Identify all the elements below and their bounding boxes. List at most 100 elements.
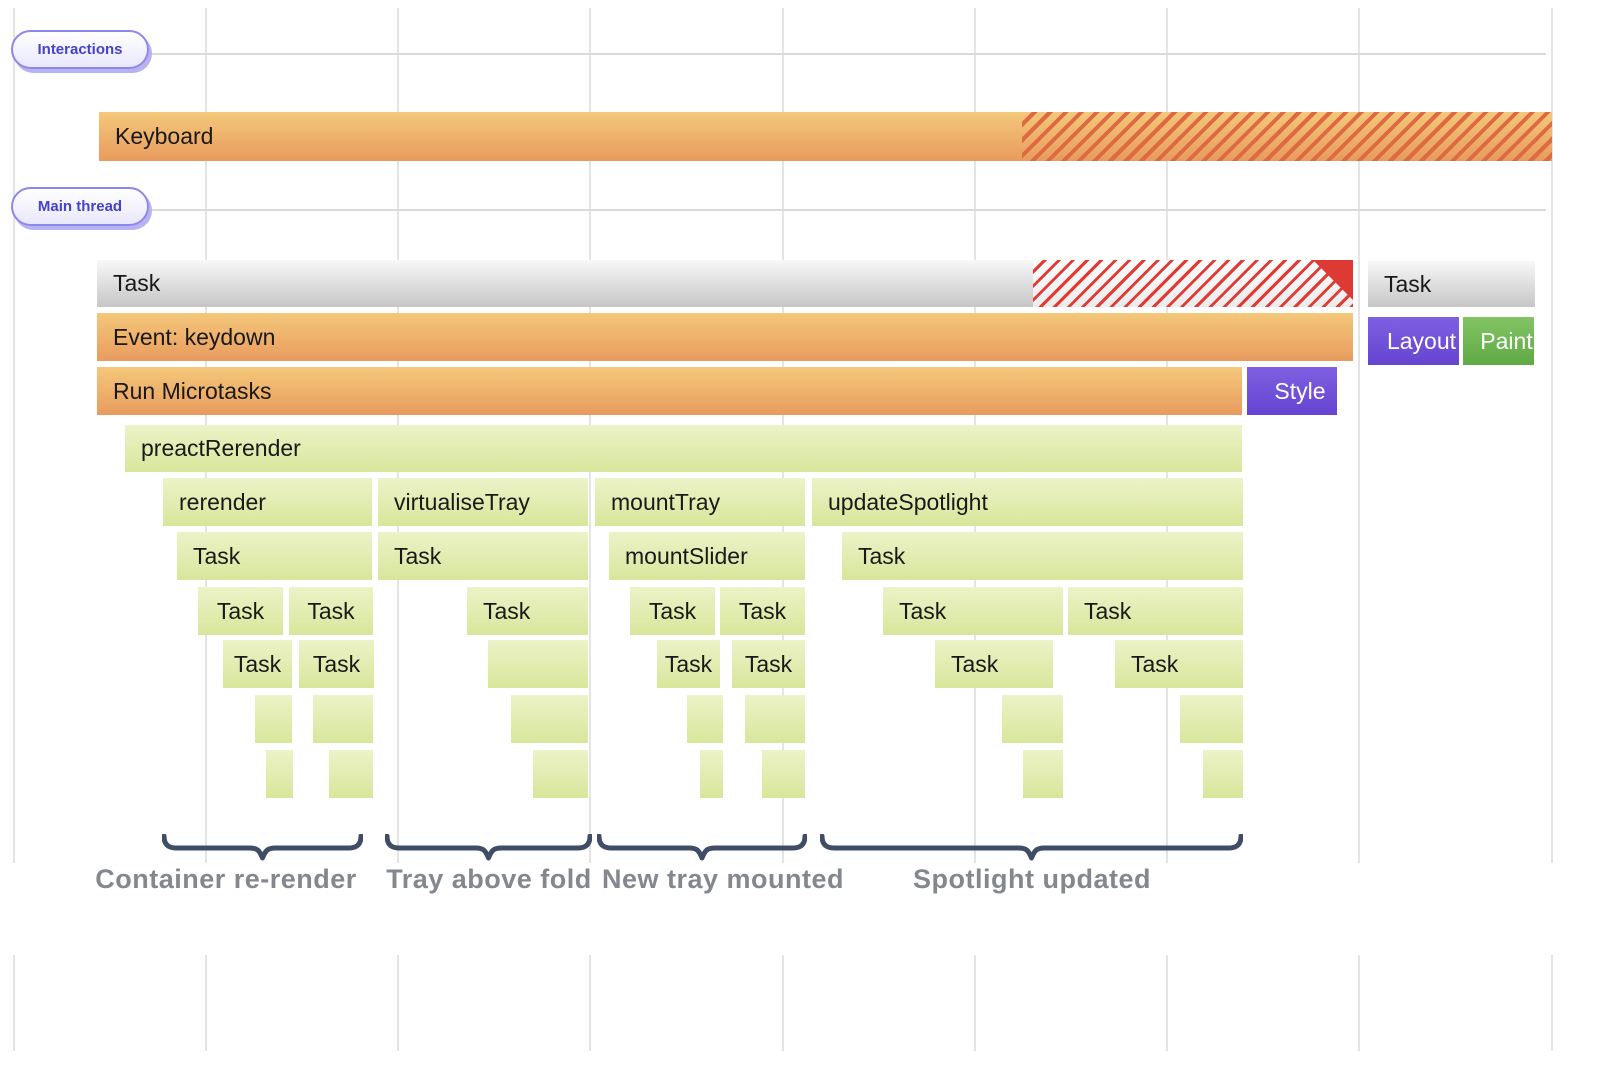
- bar-label: rerender: [163, 489, 266, 516]
- task-bar[interactable]: Task: [935, 640, 1053, 688]
- bar-label: Run Microtasks: [97, 378, 271, 405]
- anonymous-task-bar[interactable]: [1002, 695, 1063, 743]
- anonymous-task-bar[interactable]: [255, 695, 292, 743]
- task-bar[interactable]: Task: [630, 587, 715, 635]
- mount-slider-bar[interactable]: mountSlider: [609, 532, 805, 580]
- bar-label: updateSpotlight: [812, 489, 988, 516]
- anonymous-task-bar[interactable]: [1023, 750, 1063, 798]
- anonymous-task-bar[interactable]: [266, 750, 293, 798]
- bar-label: Task: [97, 270, 160, 297]
- virtualise-tray-bar[interactable]: virtualiseTray: [378, 478, 588, 526]
- layout-bar[interactable]: Layout: [1368, 317, 1459, 365]
- bar-label: mountTray: [595, 489, 720, 516]
- anonymous-task-bar[interactable]: [745, 695, 805, 743]
- anonymous-task-bar[interactable]: [687, 695, 723, 743]
- annotation-brace: [162, 834, 363, 862]
- anonymous-task-bar[interactable]: [1203, 750, 1243, 798]
- gridline-vertical: [205, 955, 207, 1051]
- bar-label: Task: [745, 651, 792, 678]
- annotation-label: Container re-render: [95, 864, 357, 895]
- annotation-brace: [385, 834, 592, 862]
- task-bar[interactable]: Task: [1115, 640, 1243, 688]
- task-bar[interactable]: Task: [842, 532, 1243, 580]
- task-bar[interactable]: Task: [1068, 587, 1243, 635]
- task-bar[interactable]: Task: [378, 532, 588, 580]
- bar-label: Task: [842, 543, 905, 570]
- gridline-vertical: [782, 955, 784, 1051]
- main-task-bar[interactable]: Task: [97, 260, 1353, 307]
- keyboard-bar[interactable]: Keyboard: [99, 112, 1552, 161]
- style-bar[interactable]: Style: [1247, 367, 1337, 415]
- preact-rerender-bar[interactable]: preactRerender: [125, 425, 1242, 472]
- gridline-vertical: [397, 955, 399, 1051]
- bar-label: Task: [467, 598, 530, 625]
- bar-label: Task: [649, 598, 696, 625]
- gridline-vertical: [974, 955, 976, 1051]
- bar-label: Task: [1368, 271, 1431, 298]
- bar-label: Task: [739, 598, 786, 625]
- annotation-label: New tray mounted: [602, 864, 844, 895]
- anonymous-task-bar[interactable]: [1180, 695, 1243, 743]
- anonymous-task-bar[interactable]: [511, 695, 588, 743]
- performance-flame-chart: Interactions Main thread Keyboard Task Eve…: [0, 0, 1602, 1076]
- interactions-track-label: Interactions: [37, 41, 122, 58]
- bar-label: Layout: [1371, 328, 1456, 355]
- gridline-vertical: [13, 8, 15, 863]
- task-bar[interactable]: Task: [299, 640, 374, 688]
- bar-label: Task: [1068, 598, 1131, 625]
- event-keydown-bar[interactable]: Event: keydown: [97, 313, 1353, 361]
- overrun-hatch-pattern: [1022, 112, 1552, 161]
- bar-label: Task: [665, 651, 712, 678]
- bar-label: Task: [1115, 651, 1178, 678]
- bar-label: Style: [1258, 378, 1325, 405]
- bar-label: Task: [234, 651, 281, 678]
- gridline-vertical: [1358, 955, 1360, 1051]
- run-microtasks-bar[interactable]: Run Microtasks: [97, 367, 1242, 415]
- task-bar[interactable]: Task: [223, 640, 292, 688]
- bar-label: Task: [935, 651, 998, 678]
- bar-label: Task: [307, 598, 354, 625]
- interactions-track-separator-line: [150, 53, 1546, 55]
- task-bar[interactable]: Task: [177, 532, 372, 580]
- bar-label: Task: [313, 651, 360, 678]
- bar-label: Task: [378, 543, 441, 570]
- gridline-vertical: [1551, 955, 1553, 1051]
- task-bar[interactable]: Task: [883, 587, 1063, 635]
- paint-bar[interactable]: Paint: [1463, 317, 1534, 365]
- interactions-track-badge[interactable]: Interactions: [11, 30, 149, 69]
- bar-label: preactRerender: [125, 435, 301, 462]
- bar-label: Keyboard: [99, 123, 213, 150]
- long-task-corner-flag: [1313, 260, 1353, 300]
- main-thread-track-badge[interactable]: Main thread: [11, 187, 149, 226]
- overrun-hatch-pattern: [1033, 260, 1353, 307]
- second-task-bar[interactable]: Task: [1368, 261, 1535, 307]
- anonymous-task-bar[interactable]: [329, 750, 373, 798]
- annotation-label: Spotlight updated: [913, 864, 1151, 895]
- task-bar[interactable]: Task: [657, 640, 720, 688]
- bar-label: Task: [177, 543, 240, 570]
- task-bar[interactable]: Task: [720, 587, 805, 635]
- bar-label: Paint: [1464, 328, 1532, 355]
- annotation-label: Tray above fold: [386, 864, 592, 895]
- annotation-brace: [597, 834, 807, 862]
- bar-label: Task: [217, 598, 264, 625]
- main-thread-track-label: Main thread: [38, 198, 122, 215]
- mount-tray-bar[interactable]: mountTray: [595, 478, 805, 526]
- bar-label: Task: [883, 598, 946, 625]
- task-bar[interactable]: Task: [198, 587, 283, 635]
- task-bar[interactable]: Task: [732, 640, 805, 688]
- anonymous-task-bar[interactable]: [700, 750, 723, 798]
- anonymous-task-bar[interactable]: [488, 640, 588, 688]
- anonymous-task-bar[interactable]: [762, 750, 805, 798]
- task-bar[interactable]: Task: [289, 587, 373, 635]
- rerender-bar[interactable]: rerender: [163, 478, 372, 526]
- anonymous-task-bar[interactable]: [533, 750, 588, 798]
- gridline-vertical: [1166, 955, 1168, 1051]
- anonymous-task-bar[interactable]: [313, 695, 373, 743]
- bar-label: Event: keydown: [97, 324, 275, 351]
- bar-label: virtualiseTray: [378, 489, 530, 516]
- update-spotlight-bar[interactable]: updateSpotlight: [812, 478, 1243, 526]
- task-bar[interactable]: Task: [467, 587, 588, 635]
- main-thread-track-separator-line: [150, 209, 1546, 211]
- bar-label: mountSlider: [609, 543, 748, 570]
